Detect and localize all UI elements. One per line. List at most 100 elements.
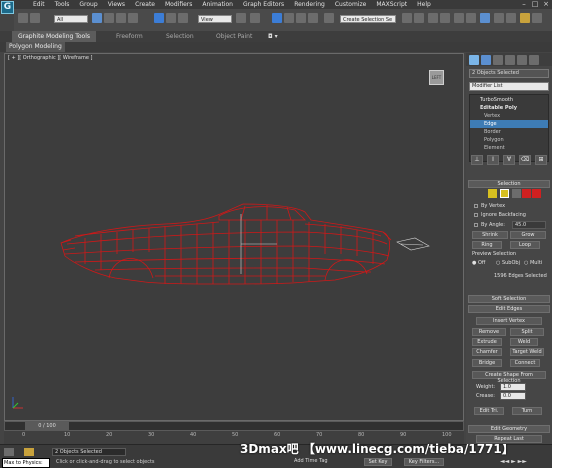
preview-off-radio[interactable]: ● Off: [472, 260, 485, 266]
spinner-snap-icon[interactable]: [308, 13, 318, 23]
motion-tab-icon[interactable]: [505, 55, 515, 65]
border-level-icon[interactable]: [512, 189, 521, 198]
shrink-button[interactable]: Shrink: [472, 231, 508, 239]
angle-snap-icon[interactable]: [284, 13, 294, 23]
render-setup-icon[interactable]: [494, 13, 504, 23]
layer-manager-icon[interactable]: [428, 13, 438, 23]
curve-editor-icon[interactable]: [454, 13, 464, 23]
close-icon[interactable]: ×: [541, 0, 551, 9]
bridge-button[interactable]: Bridge: [472, 359, 502, 367]
menu-edit[interactable]: Edit: [28, 0, 50, 9]
selection-filter-dropdown[interactable]: All: [54, 15, 88, 23]
stack-item-editable-poly[interactable]: Editable Poly: [470, 104, 548, 112]
maxscript-listener-input[interactable]: Max to Physics:: [2, 458, 50, 468]
stack-item-vertex[interactable]: Vertex: [470, 112, 548, 120]
soft-selection-rollout-header[interactable]: Soft Selection: [468, 295, 550, 303]
select-move-icon[interactable]: [154, 13, 164, 23]
preview-subobj-radio[interactable]: ○ SubObj: [496, 260, 520, 266]
render-production-icon[interactable]: [520, 13, 530, 23]
menu-group[interactable]: Group: [74, 0, 102, 9]
select-by-name-icon[interactable]: [104, 13, 114, 23]
stack-item-border[interactable]: Border: [470, 128, 548, 136]
chamfer-button[interactable]: Chamfer: [472, 348, 502, 356]
tab-freeform[interactable]: Freeform: [116, 31, 143, 42]
material-editor-icon[interactable]: [480, 13, 490, 23]
select-rotate-icon[interactable]: [166, 13, 176, 23]
set-key-button[interactable]: Set Key: [364, 458, 392, 466]
configure-modifier-sets-icon[interactable]: ⊞: [535, 155, 547, 165]
app-logo-icon[interactable]: G: [1, 1, 14, 14]
preview-multi-radio[interactable]: ○ Multi: [524, 260, 542, 266]
stack-item-element[interactable]: Element: [470, 144, 548, 152]
modifier-list-dropdown[interactable]: Modifier List: [469, 82, 549, 91]
undo-icon[interactable]: [18, 13, 28, 23]
utilities-tab-icon[interactable]: [529, 55, 539, 65]
weight-spinner[interactable]: 1.0: [500, 383, 526, 391]
time-slider[interactable]: 0 / 100: [4, 421, 464, 431]
remove-button[interactable]: Remove: [472, 328, 506, 336]
turn-button[interactable]: Turn: [512, 407, 542, 415]
key-mode-icon[interactable]: [24, 448, 34, 456]
align-icon[interactable]: [414, 13, 424, 23]
split-button[interactable]: Split: [510, 328, 544, 336]
select-object-icon[interactable]: [92, 13, 102, 23]
schematic-view-icon[interactable]: [466, 13, 476, 23]
stack-item-edge[interactable]: Edge: [470, 120, 548, 128]
menu-maxscript[interactable]: MAXScript: [371, 0, 412, 9]
repeat-last-button[interactable]: Repeat Last: [476, 435, 542, 443]
menu-customize[interactable]: Customize: [330, 0, 372, 9]
angle-spinner[interactable]: 45.0: [512, 221, 546, 229]
ignore-backfacing-checkbox[interactable]: [474, 213, 478, 217]
maximize-icon[interactable]: □: [530, 0, 540, 9]
polygon-level-icon[interactable]: [522, 189, 531, 198]
create-shape-button[interactable]: Create Shape From Selection: [472, 371, 546, 384]
reference-coordinate-dropdown[interactable]: View: [198, 15, 232, 23]
create-tab-icon[interactable]: [469, 55, 479, 65]
select-scale-icon[interactable]: [178, 13, 188, 23]
by-angle-checkbox[interactable]: [474, 223, 478, 227]
crease-spinner[interactable]: 0.0: [500, 392, 526, 400]
edit-geometry-rollout-header[interactable]: Edit Geometry: [468, 425, 550, 433]
modify-tab-icon[interactable]: [481, 55, 491, 65]
weld-button[interactable]: Weld: [510, 338, 538, 346]
menu-modifiers[interactable]: Modifiers: [160, 0, 197, 9]
redo-icon[interactable]: [30, 13, 40, 23]
remove-modifier-icon[interactable]: ⌫: [519, 155, 531, 165]
show-end-result-icon[interactable]: I: [487, 155, 499, 165]
pivot-center-icon[interactable]: [236, 13, 246, 23]
selection-rollout-header[interactable]: Selection: [468, 180, 550, 188]
tab-selection[interactable]: Selection: [166, 31, 194, 42]
edge-level-icon[interactable]: [500, 189, 509, 198]
pin-stack-icon[interactable]: ⊥: [471, 155, 483, 165]
mini-listener-icon[interactable]: [4, 448, 14, 456]
car-wireframe-model[interactable]: [5, 54, 465, 422]
loop-button[interactable]: Loop: [510, 241, 540, 249]
menu-animation[interactable]: Animation: [197, 0, 238, 9]
percent-snap-icon[interactable]: [296, 13, 306, 23]
stack-item-polygon[interactable]: Polygon: [470, 136, 548, 144]
snaps-toggle-icon[interactable]: [272, 13, 282, 23]
rectangle-selection-icon[interactable]: [116, 13, 126, 23]
minimize-icon[interactable]: –: [519, 0, 529, 9]
key-filters-button[interactable]: Key Filters...: [404, 458, 444, 466]
time-slider-thumb[interactable]: 0 / 100: [25, 422, 69, 430]
element-level-icon[interactable]: [532, 189, 541, 198]
tab-object-paint[interactable]: Object Paint: [216, 31, 252, 42]
target-weld-button[interactable]: Target Weld: [510, 348, 544, 356]
viewport-orthographic[interactable]: [ + ][ Orthographic ][ Wireframe ] LEFT: [4, 53, 464, 421]
ribbon-options-icon[interactable]: ◘ ▾: [268, 31, 278, 42]
vertex-level-icon[interactable]: [488, 189, 497, 198]
render-iterative-icon[interactable]: [532, 13, 542, 23]
edit-edges-rollout-header[interactable]: Edit Edges: [468, 305, 550, 313]
tab-graphite-modeling-tools[interactable]: Graphite Modeling Tools: [12, 31, 97, 42]
add-time-tag-button[interactable]: Add Time Tag: [292, 458, 336, 466]
grow-button[interactable]: Grow: [510, 231, 546, 239]
named-selection-set-dropdown[interactable]: Create Selection Se: [340, 15, 396, 23]
menu-create[interactable]: Create: [130, 0, 160, 9]
mirror-icon[interactable]: [402, 13, 412, 23]
hierarchy-tab-icon[interactable]: [493, 55, 503, 65]
edit-tri-button[interactable]: Edit Tri.: [474, 407, 504, 415]
move-gizmo-icon[interactable]: [250, 13, 260, 23]
display-tab-icon[interactable]: [517, 55, 527, 65]
menu-views[interactable]: Views: [103, 0, 130, 9]
